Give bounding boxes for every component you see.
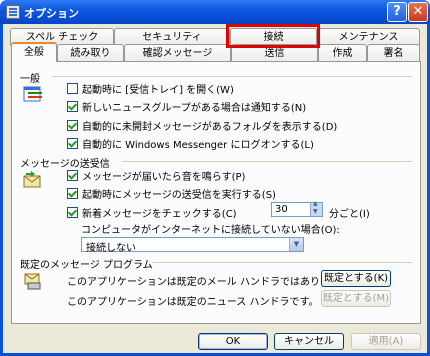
messenger-logon-label: 自動的に Windows Messenger にログオンする(L) <box>82 140 314 151</box>
default-programs-icon <box>24 273 41 290</box>
default-programs-heading: 既定のメッセージ プログラム <box>20 260 153 271</box>
help-button[interactable]: ? <box>387 2 407 22</box>
send-receive-on-start-option[interactable]: 起動時にメッセージの送受信を実行する(S) <box>67 186 276 201</box>
check-new-messages-checkbox[interactable] <box>67 207 78 218</box>
make-default-mail-button[interactable]: 既定とする(K) <box>321 270 391 287</box>
show-unread-folders-option[interactable]: 自動的に未開封メッセージがあるフォルダを表示する(D) <box>67 118 337 133</box>
offline-label: コンピュータがインターネットに接続していない場合(O): <box>81 225 340 236</box>
send-receive-separator <box>122 161 412 162</box>
play-sound-label: メッセージが届いたら音を鳴らす(P) <box>82 172 246 183</box>
general-tab-panel: 一般 起動時に [受信トレイ] を開く(W) 新しいニュースグループがある場合は… <box>11 61 421 324</box>
cancel-button[interactable]: キャンセル <box>274 333 344 350</box>
notify-newsgroups-label: 新しいニュースグループがある場合は通知する(N) <box>82 103 307 114</box>
notify-newsgroups-option[interactable]: 新しいニュースグループがある場合は通知する(N) <box>67 99 306 114</box>
notify-newsgroups-checkbox[interactable] <box>67 101 78 112</box>
open-inbox-option[interactable]: 起動時に [受信トレイ] を開く(W) <box>67 81 234 96</box>
send-receive-on-start-label: 起動時にメッセージの送受信を実行する(S) <box>82 190 276 201</box>
general-separator <box>52 76 412 77</box>
open-inbox-label: 起動時に [受信トレイ] を開く(W) <box>82 85 234 96</box>
general-settings-icon <box>23 86 42 102</box>
check-interval-value: 30 <box>275 204 288 215</box>
ok-button[interactable]: OK <box>198 333 268 350</box>
tab-receipts[interactable]: 確認メッセージ <box>124 44 231 62</box>
dialog-body: スペル チェック セキュリティ 接続 メンテナンス 全般 読み取り 確認メッセー… <box>3 24 427 353</box>
check-new-messages-label: 新着メッセージをチェックする(C) <box>82 209 237 220</box>
messenger-logon-checkbox[interactable] <box>67 138 78 149</box>
show-unread-folders-checkbox[interactable] <box>67 120 78 131</box>
default-programs-separator <box>152 262 412 263</box>
app-icon <box>6 5 20 19</box>
tab-compose[interactable]: 作成 <box>318 44 367 62</box>
options-dialog: オプション ? ✕ スペル チェック セキュリティ 接続 メンテナンス 全般 読… <box>0 0 430 356</box>
mail-handler-text: このアプリケーションは既定のメール ハンドラではありません。 <box>67 277 360 288</box>
chevron-down-icon[interactable]: ▼ <box>289 238 303 251</box>
play-sound-checkbox[interactable] <box>67 170 78 181</box>
offline-selected-value: 接続しない <box>86 243 136 254</box>
make-default-news-button[interactable]: 既定とする(M) <box>321 290 391 307</box>
check-interval-stepper[interactable]: 30 <box>271 200 323 217</box>
close-button[interactable]: ✕ <box>408 2 428 22</box>
check-interval-unit: 分ごと(I) <box>329 209 370 220</box>
news-handler-text: このアプリケーションは既定のニュース ハンドラです。 <box>67 297 319 308</box>
tab-read[interactable]: 読み取り <box>57 44 124 62</box>
tab-general[interactable]: 全般 <box>11 42 57 62</box>
check-new-messages-option[interactable]: 新着メッセージをチェックする(C) <box>67 205 237 220</box>
offline-dropdown[interactable]: 接続しない ▼ <box>81 237 304 254</box>
show-unread-folders-label: 自動的に未開封メッセージがあるフォルダを表示する(D) <box>82 122 338 133</box>
messenger-logon-option[interactable]: 自動的に Windows Messenger にログオンする(L) <box>67 136 314 151</box>
open-inbox-checkbox[interactable] <box>67 83 78 94</box>
window-title: オプション <box>24 7 79 20</box>
tab-signatures[interactable]: 署名 <box>367 44 420 62</box>
play-sound-option[interactable]: メッセージが届いたら音を鳴らす(P) <box>67 168 245 183</box>
general-heading: 一般 <box>20 74 40 85</box>
send-receive-icon <box>23 171 41 188</box>
send-receive-on-start-checkbox[interactable] <box>67 188 78 199</box>
spin-arrows-icon[interactable] <box>310 200 322 216</box>
tab-send[interactable]: 送信 <box>231 44 318 62</box>
apply-button[interactable]: 適用(A) <box>351 333 421 350</box>
title-bar[interactable]: オプション ? ✕ <box>0 0 430 24</box>
